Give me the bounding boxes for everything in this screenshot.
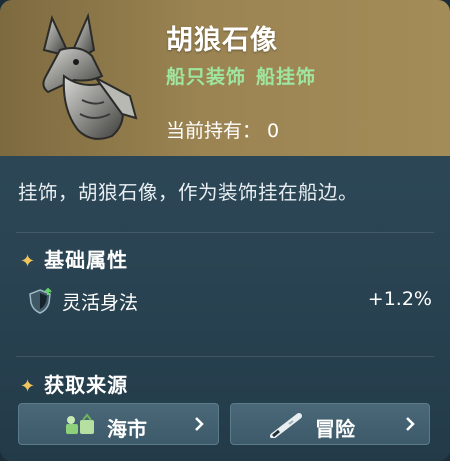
source-adventure-label: 冒险 — [315, 417, 355, 441]
item-tags: 船只装饰 船挂饰 — [166, 62, 326, 89]
source-market-button[interactable]: 海市 — [18, 403, 219, 445]
divider — [16, 356, 434, 357]
owned-label: 当前持有： — [166, 120, 262, 142]
attribute-name: 灵活身法 — [62, 292, 139, 314]
owned-count-row: 当前持有： 0 — [166, 116, 279, 143]
attribute-value: +1.2% — [367, 288, 432, 310]
shield-icon — [29, 287, 52, 314]
sparkle-icon: ✦ — [20, 251, 37, 272]
sparkle-icon: ✦ — [20, 376, 37, 397]
item-tag: 船只装饰 — [166, 66, 247, 88]
chevron-right-icon — [406, 417, 415, 431]
item-name: 胡狼石像 — [166, 25, 278, 56]
divider — [16, 232, 434, 233]
item-tag: 船挂饰 — [256, 66, 317, 88]
sources-title-text: 获取来源 — [44, 373, 129, 397]
item-header: 胡狼石像 船只装饰 船挂饰 当前持有： 0 — [0, 0, 450, 156]
attributes-title-text: 基础属性 — [44, 248, 129, 272]
attribute-row: 灵活身法 +1.2% — [22, 285, 432, 317]
owned-count: 0 — [267, 120, 280, 142]
spyglass-icon — [270, 413, 302, 438]
sources-section-title: ✦ 获取来源 — [20, 369, 128, 398]
item-description: 挂饰，胡狼石像，作为装饰挂在船边。 — [18, 181, 359, 204]
source-market-label: 海市 — [107, 417, 147, 441]
market-icon — [66, 413, 94, 434]
chevron-right-icon — [195, 417, 204, 431]
item-tooltip-card: 胡狼石像 船只装饰 船挂饰 当前持有： 0 挂饰，胡狼石像，作为装饰挂在船边。 ✦ 基… — [0, 0, 450, 461]
source-adventure-button[interactable]: 冒险 — [230, 403, 430, 445]
attributes-section-title: ✦ 基础属性 — [20, 244, 128, 273]
jackal-statue-icon — [42, 12, 138, 140]
